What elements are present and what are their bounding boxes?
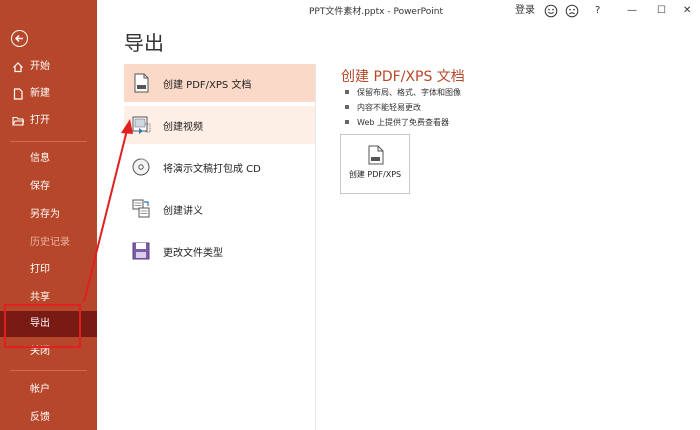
sidebar-item-label: 打印 [30, 264, 50, 275]
feature-item: 内容不能轻易更改 [344, 100, 461, 115]
sidebar-item-label: 另存为 [30, 209, 60, 220]
sidebar-item-save-as[interactable]: 另存为 [0, 202, 97, 228]
sidebar-item-label: 共享 [30, 292, 50, 303]
feature-item: 保留布局、格式、字体和图像 [344, 85, 461, 100]
frown-feedback-icon[interactable] [565, 3, 579, 18]
sidebar-item-label: 保存 [30, 181, 50, 192]
new-doc-icon [13, 88, 23, 100]
minimize-button[interactable]: — [627, 3, 637, 18]
sidebar-item-label: 打开 [30, 115, 50, 126]
option-create-video[interactable]: 创建视频 [124, 106, 316, 144]
smile-feedback-icon[interactable] [544, 3, 558, 18]
sidebar-item-home[interactable]: 开始 [0, 54, 97, 80]
cd-icon [132, 158, 150, 176]
sidebar-item-print[interactable]: 打印 [0, 257, 97, 283]
annotation-arrow [83, 119, 133, 303]
detail-title: 创建 PDF/XPS 文档 [341, 69, 465, 85]
sidebar-item-label: 历史记录 [30, 237, 70, 248]
backstage-sidebar: 开始 新建 打开 信息 保存 另存为 历史记录 打印 共享 导出 关闭 帐户 反… [0, 0, 97, 430]
sidebar-item-open[interactable]: 打开 [0, 108, 97, 134]
folder-open-icon [12, 116, 24, 126]
help-button[interactable]: ? [595, 3, 600, 18]
video-icon [132, 116, 151, 134]
option-label: 将演示文稿打包成 CD [163, 164, 261, 175]
sidebar-item-label: 新建 [30, 88, 50, 99]
home-icon [13, 62, 23, 73]
title-bar: PPT文件素材.pptx - PowerPoint [97, 0, 700, 22]
option-package-cd[interactable]: 将演示文稿打包成 CD [124, 148, 316, 186]
close-button[interactable]: ✕ [683, 3, 691, 18]
option-create-handouts[interactable]: 创建讲义 [124, 190, 316, 228]
sidebar-item-new[interactable]: 新建 [0, 81, 97, 107]
feature-list: 保留布局、格式、字体和图像 内容不能轻易更改 Web 上提供了免费查看器 [344, 85, 461, 130]
sidebar-item-label: 信息 [30, 153, 50, 164]
page-title: 导出 [124, 31, 164, 55]
sidebar-divider [10, 370, 87, 371]
option-label: 创建 PDF/XPS 文档 [163, 80, 252, 91]
pdf-document-icon [368, 145, 384, 165]
sidebar-item-feedback[interactable]: 反馈 [0, 405, 97, 430]
sidebar-item-label: 帐户 [30, 384, 50, 395]
option-create-pdf-xps[interactable]: 创建 PDF/XPS 文档 [124, 64, 316, 102]
handout-icon [132, 199, 150, 218]
sidebar-item-account[interactable]: 帐户 [0, 377, 97, 403]
login-link[interactable]: 登录 [515, 3, 535, 18]
back-arrow-icon[interactable] [11, 30, 28, 47]
highlight-box [4, 304, 81, 348]
sidebar-item-label: 开始 [30, 61, 50, 72]
button-label: 创建 PDF/XPS [348, 170, 402, 179]
feature-item: Web 上提供了免费查看器 [344, 115, 461, 130]
option-label: 创建视频 [163, 122, 203, 133]
create-pdf-xps-button[interactable]: 创建 PDF/XPS [340, 134, 410, 194]
option-label: 更改文件类型 [163, 248, 223, 259]
sidebar-item-info[interactable]: 信息 [0, 146, 97, 172]
pdf-document-icon [134, 73, 149, 93]
sidebar-item-save[interactable]: 保存 [0, 174, 97, 200]
sidebar-item-history: 历史记录 [0, 230, 97, 256]
pane-divider [315, 64, 316, 430]
option-label: 创建讲义 [163, 206, 203, 217]
window-title: PPT文件素材.pptx - PowerPoint [309, 7, 444, 17]
option-change-file-type[interactable]: 更改文件类型 [124, 232, 316, 270]
maximize-button[interactable]: ☐ [657, 3, 666, 18]
sidebar-divider [10, 141, 87, 142]
sidebar-item-label: 反馈 [30, 412, 50, 423]
file-type-icon [132, 242, 150, 260]
